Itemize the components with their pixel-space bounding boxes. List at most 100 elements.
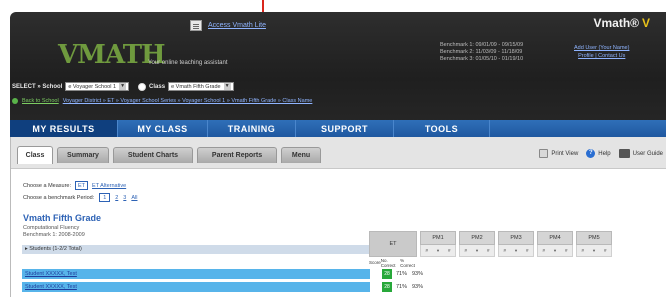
user-links: Add User (Your Name) Profile | Contact U… xyxy=(574,44,629,60)
bench-col-sub: # ▾ # xyxy=(498,245,534,257)
sub-label-score: Score xyxy=(369,260,381,265)
pct-correct-1: 71% xyxy=(396,271,408,277)
bench-col-header[interactable]: ET xyxy=(369,231,417,257)
benchmark-option-2[interactable]: 2 xyxy=(115,195,118,201)
profile-contact-link[interactable]: Profile | Contact Us xyxy=(574,52,629,60)
bench-col-header[interactable]: PM4 xyxy=(537,231,573,245)
brand-mark: V xyxy=(641,16,650,30)
help-label: Help xyxy=(598,150,611,157)
school-select[interactable]: e Voyager School 1 ▼ xyxy=(65,82,130,91)
main-nav: MY RESULTS MY CLASS TRAINING SUPPORT TOO… xyxy=(10,120,666,137)
student-name-cell: Student XXXXX, Test xyxy=(22,269,370,279)
bench-col-sub: # ▾ # xyxy=(459,245,495,257)
class-subtitle-1: Computational Fluency xyxy=(23,225,80,231)
access-lite-link[interactable]: Access Vmath Lite xyxy=(208,22,266,29)
students-header[interactable]: ▸ Students (1-2/2 Total) xyxy=(22,245,370,254)
bench-col-header[interactable]: PM2 xyxy=(459,231,495,245)
measure-row: Choose a Measure: ET ET Alternative xyxy=(23,181,126,190)
pct-correct-1: 71% xyxy=(396,284,408,290)
brand-text: Vmath® xyxy=(593,16,639,30)
top-strip: Access Vmath Lite xyxy=(190,18,266,32)
nav-my-class[interactable]: MY CLASS xyxy=(118,120,208,137)
breadcrumb-path[interactable]: Voyager District » ET » Voyager School S… xyxy=(63,98,313,104)
tab-summary[interactable]: Summary xyxy=(57,147,109,163)
printer-icon xyxy=(539,149,549,158)
back-to-school-link[interactable]: Back to School xyxy=(22,98,59,104)
benchmark-date-1: Benchmark 1: 09/01/09 - 09/15/09 xyxy=(440,42,524,48)
bench-col-pm4: PM4 # ▾ # xyxy=(537,231,573,257)
print-view-button[interactable]: Print View xyxy=(539,149,578,158)
tab-parent-reports[interactable]: Parent Reports xyxy=(197,147,277,163)
class-label: Class xyxy=(149,83,166,90)
user-guide-label: User Guide xyxy=(632,150,663,157)
et-sub-labels: Score No. Correct % Correct xyxy=(369,257,417,268)
school-label: SELECT » School xyxy=(12,83,63,90)
benchmark-date-3: Benchmark 3: 01/05/10 - 01/19/10 xyxy=(440,56,524,62)
class-select[interactable]: e Vmath Fifth Grade ▼ xyxy=(168,82,234,91)
sub-label-pct: % Correct xyxy=(400,257,415,268)
back-arrow-icon xyxy=(12,98,18,104)
nav-support[interactable]: SUPPORT xyxy=(296,120,394,137)
bench-col-et: ET xyxy=(369,231,417,257)
benchmark-period-label: Choose a benchmark Period: xyxy=(23,194,95,201)
benchmark-dates: Benchmark 1: 09/01/09 - 09/15/09 Benchma… xyxy=(440,42,523,63)
class-select-value: e Vmath Fifth Grade xyxy=(171,83,221,90)
app-header: Access Vmath Lite Vmath® V VMATH Your onl… xyxy=(10,12,666,124)
bench-col-pm5: PM5 # ▾ # xyxy=(576,231,612,257)
student-name-cell: Student XXXXX, Test xyxy=(22,282,370,292)
tab-menu[interactable]: Menu xyxy=(281,147,321,163)
bench-col-header[interactable]: PM1 xyxy=(420,231,456,245)
benchmark-columns: ET PM1 # ▾ # PM2 # ▾ # PM3 # ▾ # PM4 # ▾ # PM5 #… xyxy=(369,231,615,257)
brand-logo: Vmath® V xyxy=(593,16,650,30)
class-radio[interactable] xyxy=(138,82,147,91)
tab-class[interactable]: Class xyxy=(17,146,53,164)
tagline: Your online teaching assistant xyxy=(148,60,228,66)
measure-label: Choose a Measure: xyxy=(23,182,71,189)
user-name-link[interactable]: Add User (Your Name) xyxy=(574,44,629,52)
table-row: Student XXXXX, Test 28 71% 93% xyxy=(22,282,666,292)
class-subtitle: Computational Fluency Benchmark 1: 2008-… xyxy=(23,225,85,239)
chevron-down-icon: ▼ xyxy=(223,83,231,90)
book-icon xyxy=(618,149,630,158)
measure-alt-link[interactable]: ET Alternative xyxy=(92,183,126,189)
bench-col-sub: # ▾ # xyxy=(420,245,456,257)
student-name-link[interactable]: Student XXXXX, Test xyxy=(25,271,77,277)
score-badge: 28 xyxy=(382,269,392,279)
bench-col-pm3: PM3 # ▾ # xyxy=(498,231,534,257)
nav-my-results[interactable]: MY RESULTS xyxy=(10,120,118,137)
benchmark-option-1[interactable]: 1 xyxy=(99,193,111,202)
content-panel: Class Summary Student Charts Parent Repo… xyxy=(10,137,666,297)
breadcrumb: Back to School Voyager District » ET » V… xyxy=(12,98,312,104)
help-icon: ? xyxy=(586,149,596,158)
benchmark-option-3[interactable]: 3 xyxy=(123,195,126,201)
score-badge: 28 xyxy=(382,282,392,292)
document-icon xyxy=(190,19,202,31)
help-button[interactable]: ? Help xyxy=(586,149,611,158)
pct-correct-2: 93% xyxy=(412,271,424,277)
benchmark-option-all[interactable]: All xyxy=(131,195,137,201)
print-view-label: Print View xyxy=(551,150,579,157)
select-row: SELECT » School e Voyager School 1 ▼ Cla… xyxy=(12,82,234,91)
pct-correct-2: 93% xyxy=(412,284,424,290)
benchmark-period-row: Choose a benchmark Period: 1 2 3 All xyxy=(23,193,137,202)
class-title: Vmath Fifth Grade xyxy=(23,213,102,223)
table-row: Student XXXXX, Test 28 71% 93% xyxy=(22,269,666,279)
bench-col-sub: # ▾ # xyxy=(576,245,612,257)
tools-right: Print View ? Help User Guide xyxy=(539,149,663,158)
benchmark-date-2: Benchmark 2: 11/03/09 - 11/18/09 xyxy=(440,49,523,55)
bench-col-pm1: PM1 # ▾ # xyxy=(420,231,456,257)
tabs-bar: Class Summary Student Charts Parent Repo… xyxy=(11,137,666,169)
chevron-down-icon: ▼ xyxy=(119,83,127,90)
class-subtitle-2: Benchmark 1: 2008-2009 xyxy=(23,232,85,238)
nav-training[interactable]: TRAINING xyxy=(208,120,296,137)
user-guide-button[interactable]: User Guide xyxy=(618,149,663,158)
bench-col-pm2: PM2 # ▾ # xyxy=(459,231,495,257)
bench-col-header[interactable]: PM5 xyxy=(576,231,612,245)
nav-tools[interactable]: TOOLS xyxy=(394,120,490,137)
student-name-link[interactable]: Student XXXXX, Test xyxy=(25,284,77,290)
school-select-value: e Voyager School 1 xyxy=(68,83,117,90)
tab-student-charts[interactable]: Student Charts xyxy=(113,147,193,163)
bench-col-sub: # ▾ # xyxy=(537,245,573,257)
measure-chip-et[interactable]: ET xyxy=(75,181,89,190)
bench-col-header[interactable]: PM3 xyxy=(498,231,534,245)
